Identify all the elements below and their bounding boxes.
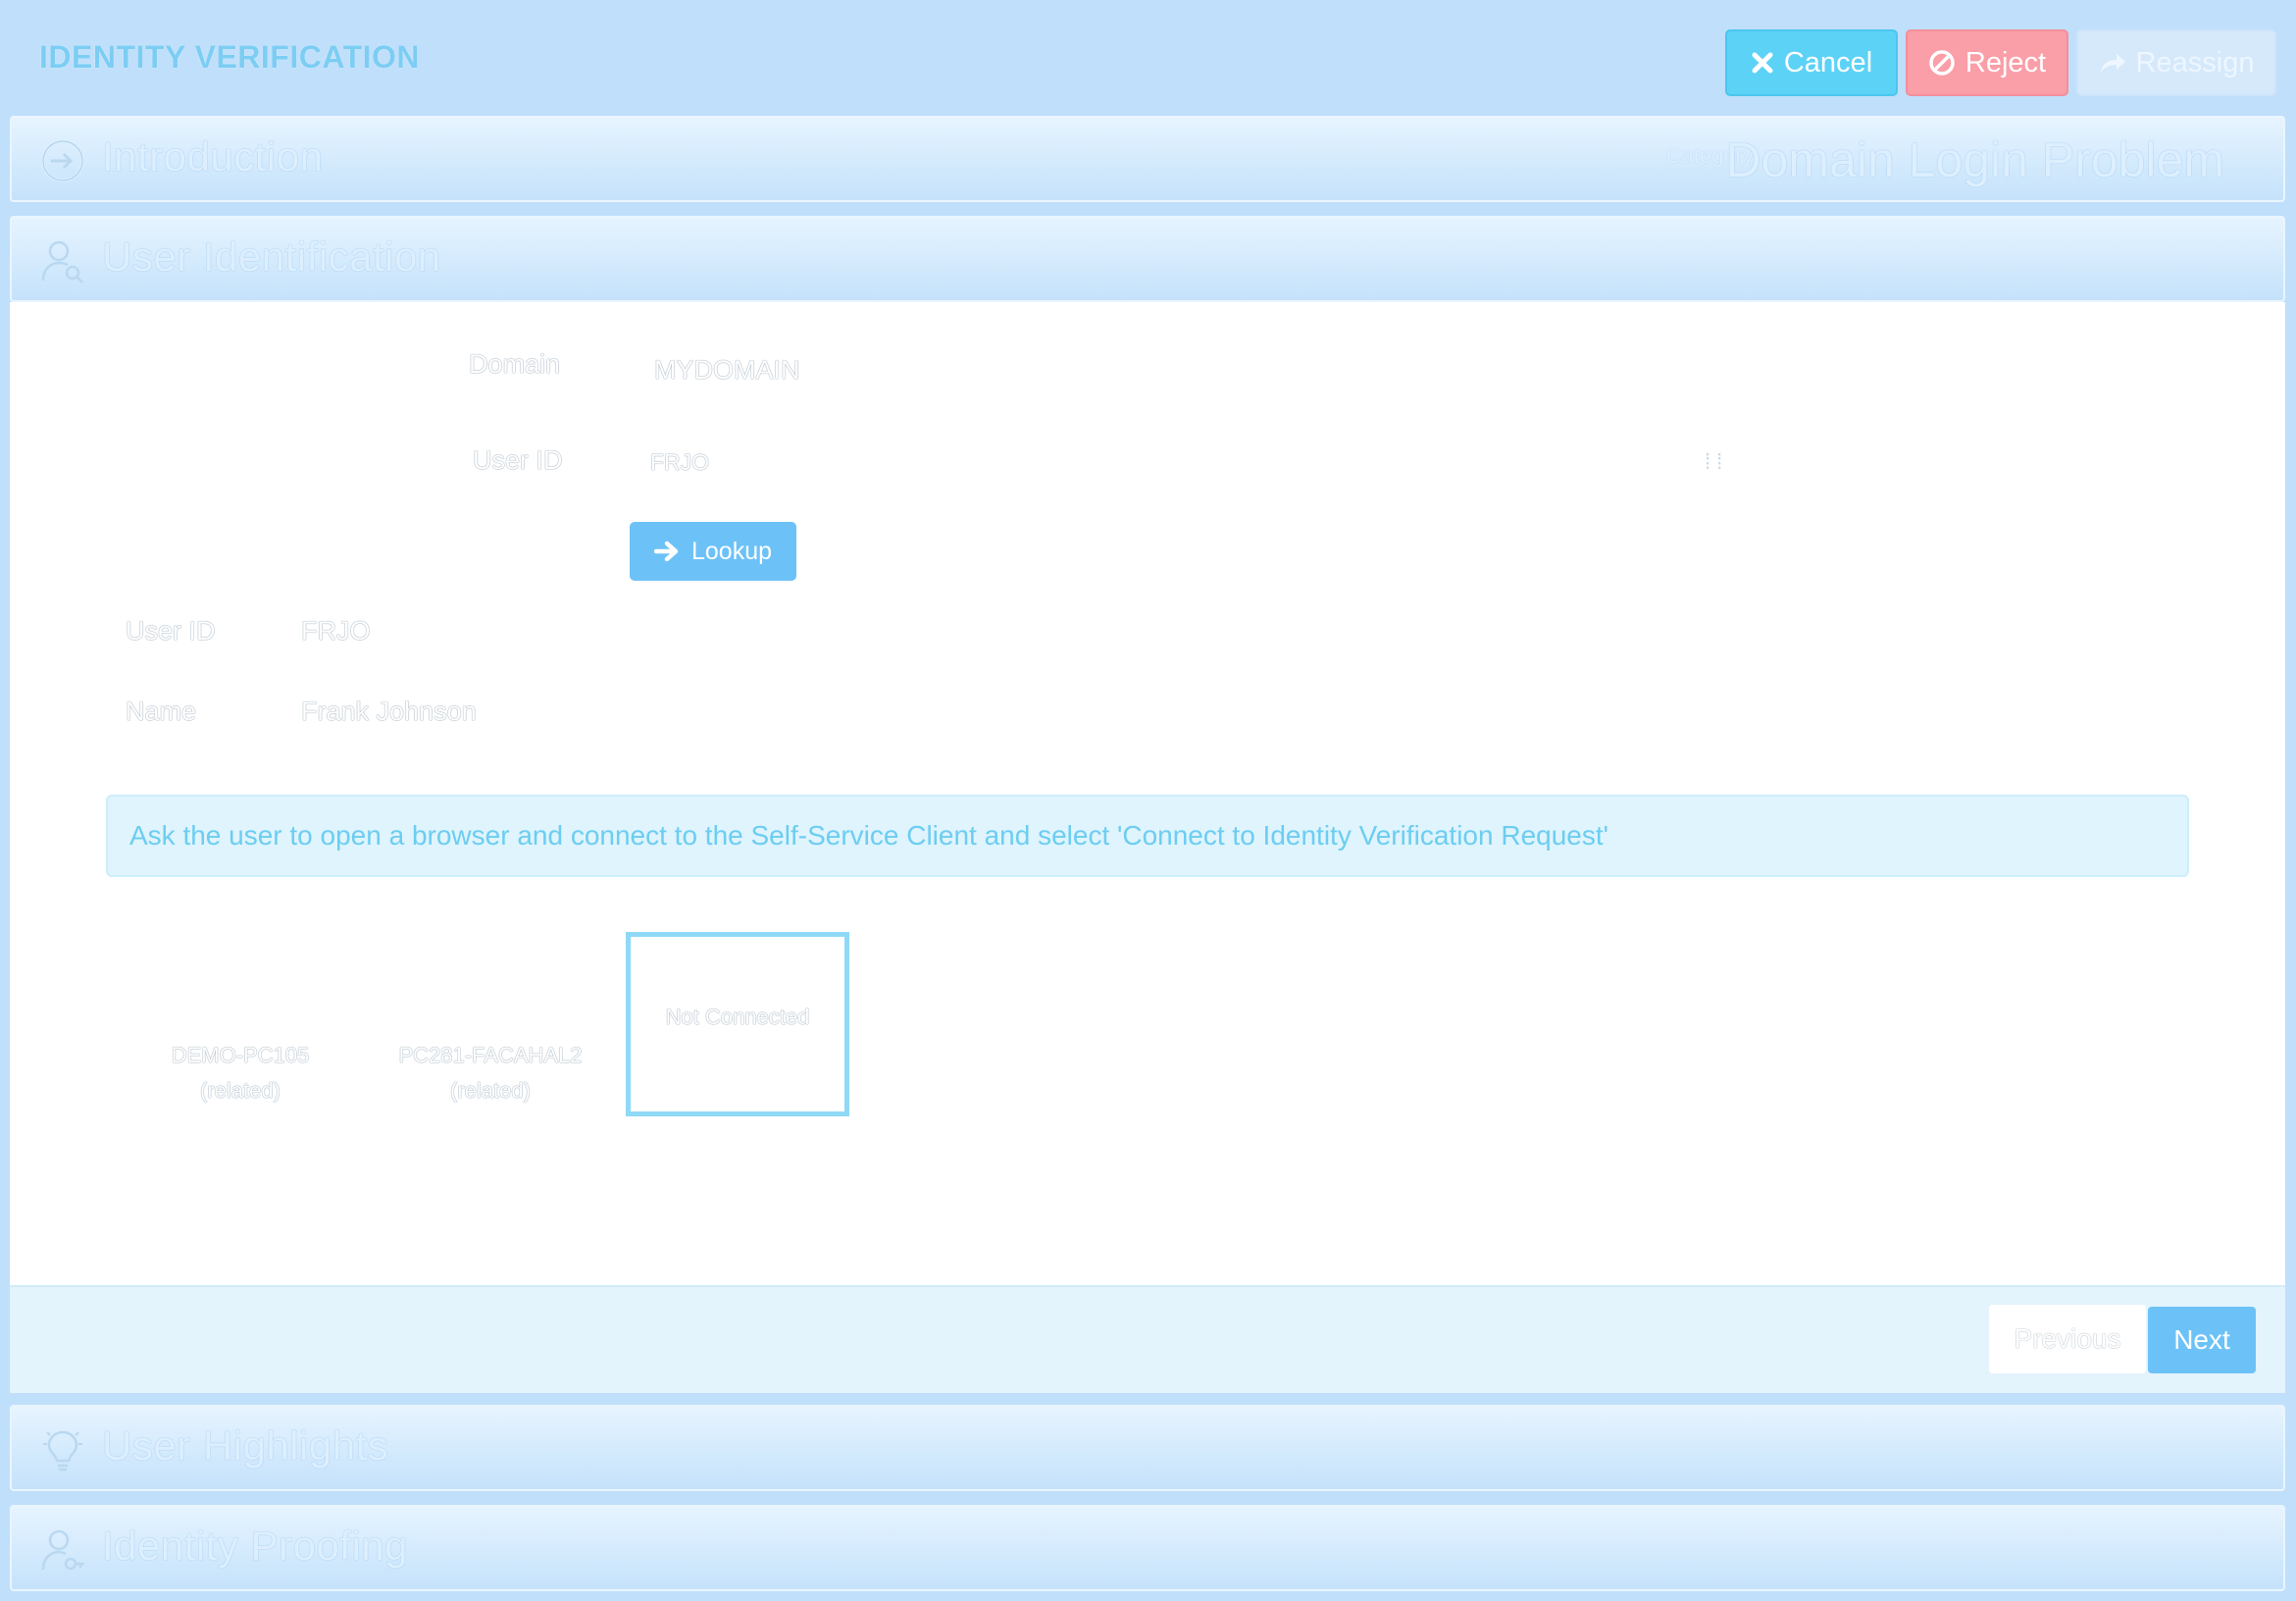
user-identification-panel-header[interactable]: User Identification (10, 216, 2285, 302)
domain-select[interactable]: MYDOMAIN (654, 355, 800, 386)
info-alert: Ask the user to open a browser and conne… (106, 795, 2189, 877)
lookup-label: Lookup (690, 537, 773, 565)
reject-button[interactable]: Reject (1906, 29, 2068, 96)
user-identification-body (10, 302, 2285, 1285)
result-userid-label: User ID (126, 616, 216, 646)
cancel-button[interactable]: Cancel (1725, 29, 1898, 96)
reject-label: Reject (1964, 46, 2047, 78)
result-name-value: Frank Johnson (301, 697, 477, 726)
userid-label: User ID (473, 445, 563, 475)
introduction-panel-header[interactable]: Introduction Category Domain Login Probl… (10, 116, 2285, 202)
cancel-label: Cancel (1783, 46, 1873, 78)
introduction-title: Introduction (102, 133, 324, 180)
device-item[interactable]: DEMO-PC105 (related) (147, 1038, 333, 1109)
category-value: Domain Login Problem (1725, 132, 2224, 187)
arrow-right-icon (653, 541, 679, 562)
info-message: Ask the user to open a browser and conne… (129, 820, 1608, 851)
user-highlights-panel-header[interactable]: User Highlights (10, 1405, 2285, 1491)
panel-footer (10, 1285, 2285, 1393)
userid-input[interactable]: FRJO (650, 449, 709, 476)
identity-proofing-title: Identity Proofing (102, 1523, 409, 1569)
result-userid-value: FRJO (301, 616, 371, 646)
device-name: Not Connected (665, 1005, 810, 1029)
identity-verification-window: IDENTITY VERIFICATION Cancel Reject Reas… (0, 0, 2296, 1601)
identity-proofing-panel-header[interactable]: Identity Proofing (10, 1505, 2285, 1591)
user-highlights-title: User Highlights (102, 1422, 389, 1469)
result-name-label: Name (126, 697, 197, 726)
top-bar: IDENTITY VERIFICATION Cancel Reject Reas… (0, 0, 2296, 116)
user-identification-title: User Identification (102, 233, 441, 280)
ban-icon (1929, 50, 1955, 76)
user-search-icon (41, 240, 83, 284)
page-title: IDENTITY VERIFICATION (39, 39, 420, 75)
device-name: PC281-FACAHAL2 (398, 1043, 583, 1067)
domain-label: Domain (469, 349, 561, 379)
device-item-selected[interactable]: Not Connected (626, 932, 849, 1116)
sign-in-icon (41, 139, 84, 182)
user-key-icon (41, 1529, 84, 1571)
device-status: (related) (200, 1078, 281, 1103)
lookup-button[interactable]: Lookup (630, 522, 796, 581)
field-handle-icon: ⁞⁞ (1705, 449, 1729, 474)
lightbulb-icon (43, 1430, 82, 1472)
previous-button[interactable]: Previous (1989, 1305, 2146, 1373)
next-button[interactable]: Next (2148, 1307, 2256, 1373)
device-item[interactable]: PC281-FACAHAL2 (related) (383, 1038, 598, 1109)
close-icon (1752, 52, 1773, 74)
device-status: (related) (450, 1078, 531, 1103)
reassign-button[interactable]: Reassign (2076, 29, 2276, 96)
share-arrow-icon (2100, 54, 2125, 73)
device-name: DEMO-PC105 (171, 1043, 310, 1067)
reassign-label: Reassign (2135, 46, 2255, 78)
